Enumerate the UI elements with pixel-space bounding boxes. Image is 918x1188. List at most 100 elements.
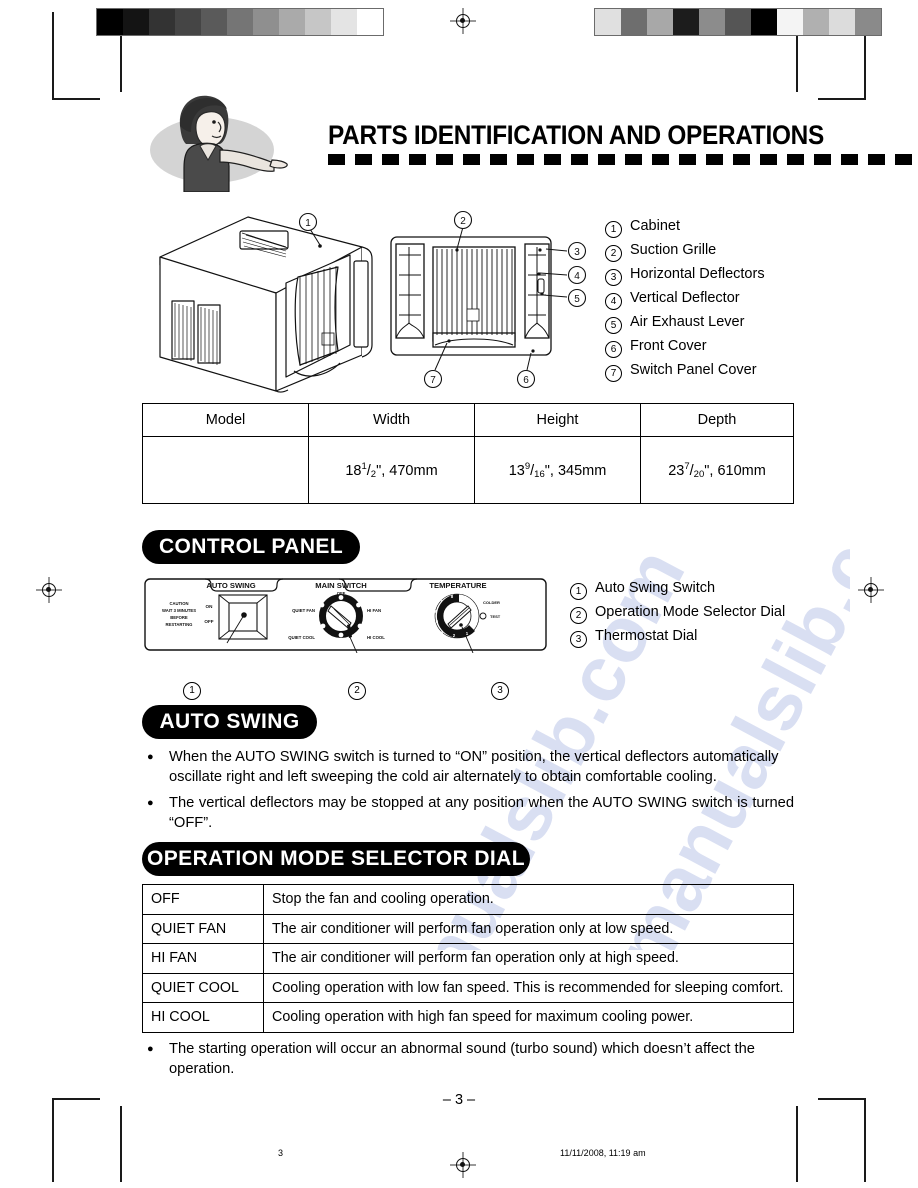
calibration-swatch: [621, 9, 647, 35]
table-row: 181/2", 470mm 139/16", 345mm 237/20", 61…: [142, 436, 794, 504]
table-header-row: Model Width Height Depth: [142, 403, 794, 437]
table-row: QUIET FAN The air conditioner will perfo…: [142, 913, 794, 944]
svg-text:2: 2: [460, 216, 466, 227]
cell-mode: HI FAN: [142, 943, 264, 974]
svg-text:BEFORE: BEFORE: [170, 615, 188, 620]
dimension-table: Model Width Height Depth 181/2", 470mm 1…: [142, 403, 794, 504]
calibration-swatch: [201, 9, 227, 35]
callout-number: 1: [605, 221, 622, 238]
table-row: HI COOL Cooling operation with high fan …: [142, 1002, 794, 1033]
cell-mode: HI COOL: [142, 1002, 264, 1033]
svg-text:QUIET FAN: QUIET FAN: [292, 608, 315, 613]
calibration-swatch: [595, 9, 621, 35]
list-item: 2 Suction Grille: [605, 242, 825, 266]
column-header-width: Width: [308, 403, 475, 437]
part-label: Front Cover: [630, 338, 707, 354]
crop-mark-bottom-right: [796, 1096, 866, 1186]
calibration-swatch: [331, 9, 357, 35]
svg-text:4: 4: [574, 271, 580, 282]
callout-number: 6: [605, 341, 622, 358]
part-label: Suction Grille: [630, 242, 717, 258]
svg-text:COLDER: COLDER: [483, 600, 500, 605]
callout-number: 3: [570, 631, 587, 648]
svg-text:6: 6: [523, 375, 529, 386]
list-item: 3 Thermostat Dial: [570, 628, 850, 652]
bullet-item: ● When the AUTO SWING switch is turned t…: [142, 748, 794, 787]
calibration-swatch: [305, 9, 331, 35]
svg-text:ON: ON: [206, 604, 214, 609]
legend-label: Auto Swing Switch: [595, 580, 716, 596]
heading-control-panel: CONTROL PANEL: [142, 530, 360, 564]
registration-mark-bottom: [450, 1152, 476, 1178]
callout-number: 2: [570, 607, 587, 624]
svg-text:5: 5: [574, 294, 580, 305]
page-header: PARTS IDENTIFICATION AND OPERATIONS: [150, 92, 918, 192]
footer-page-number: 3: [278, 1148, 284, 1158]
callout-number: 5: [605, 317, 622, 334]
part-label: Air Exhaust Lever: [630, 314, 745, 330]
callout-number: 2: [348, 682, 366, 700]
list-item: 4 Vertical Deflector: [605, 290, 825, 314]
diagram-air-conditioner-isometric: 1: [159, 212, 373, 393]
bullet-item: ● The starting operation will occur an a…: [142, 1040, 794, 1079]
column-header-height: Height: [474, 403, 641, 437]
calibration-swatch: [97, 9, 123, 35]
calibration-swatch: [175, 9, 201, 35]
calibration-bar-right: [594, 8, 882, 36]
calibration-swatch: [829, 9, 855, 35]
calibration-swatch: [777, 9, 803, 35]
list-item: 2 Operation Mode Selector Dial: [570, 604, 850, 628]
bullet-item: ● The vertical deflectors may be stopped…: [142, 794, 794, 833]
svg-text:TEST: TEST: [490, 614, 501, 619]
list-item: 6 Front Cover: [605, 338, 825, 362]
legend-label: Operation Mode Selector Dial: [595, 604, 786, 620]
list-item: 1 Cabinet: [605, 218, 825, 242]
svg-text:RESTARTING: RESTARTING: [166, 622, 193, 627]
callout-number: 7: [605, 365, 622, 382]
diagram-air-conditioner-front: 2 3 4 5 6 7: [390, 210, 587, 389]
control-panel-legend: 1 Auto Swing Switch 2 Operation Mode Sel…: [570, 580, 850, 652]
bullet-text: When the AUTO SWING switch is turned to …: [169, 749, 779, 785]
svg-text:OFF: OFF: [204, 619, 213, 624]
svg-text:CAUTION: CAUTION: [169, 601, 188, 606]
cell-description: Stop the fan and cooling operation.: [263, 884, 794, 915]
bullet-dot: ●: [147, 751, 154, 763]
callout-number: 3: [491, 682, 509, 700]
heading-auto-swing: AUTO SWING: [142, 705, 317, 739]
list-item: 1 Auto Swing Switch: [570, 580, 850, 604]
page-title: PARTS IDENTIFICATION AND OPERATIONS: [328, 120, 825, 150]
calibration-swatch: [253, 9, 279, 35]
svg-text:OFF: OFF: [337, 591, 346, 596]
table-row: OFF Stop the fan and cooling operation.: [142, 884, 794, 915]
illustration-person-pointing: [150, 95, 288, 192]
heading-operation-mode: OPERATION MODE SELECTOR DIAL: [142, 842, 530, 876]
list-item: 5 Air Exhaust Lever: [605, 314, 825, 338]
callout-number: 3: [605, 269, 622, 286]
part-label: Switch Panel Cover: [630, 362, 757, 378]
cell-depth: 237/20", 610mm: [640, 436, 794, 504]
svg-text:HI COOL: HI COOL: [367, 635, 385, 640]
cell-description: Cooling operation with low fan speed. Th…: [263, 972, 794, 1003]
svg-text:7: 7: [430, 375, 436, 386]
part-label: Vertical Deflector: [630, 290, 740, 306]
cell-model: [142, 436, 309, 504]
registration-mark-right: [858, 577, 884, 603]
calibration-swatch: [673, 9, 699, 35]
bullet-dot: ●: [147, 797, 154, 809]
part-label: Horizontal Deflectors: [630, 266, 765, 282]
cell-height: 139/16", 345mm: [474, 436, 641, 504]
calibration-swatch: [227, 9, 253, 35]
cell-width: 181/2", 470mm: [308, 436, 475, 504]
calibration-swatch: [149, 9, 175, 35]
calibration-swatch: [279, 9, 305, 35]
page-number: – 3 –: [442, 1092, 476, 1108]
cell-mode: QUIET COOL: [142, 972, 264, 1003]
list-item: 7 Switch Panel Cover: [605, 362, 825, 386]
callout-number: 1: [183, 682, 201, 700]
callout-number: 2: [605, 245, 622, 262]
calibration-swatch: [647, 9, 673, 35]
svg-text:QUIET COOL: QUIET COOL: [288, 635, 315, 640]
calibration-swatch: [751, 9, 777, 35]
calibration-swatch: [123, 9, 149, 35]
registration-mark-left: [36, 577, 62, 603]
